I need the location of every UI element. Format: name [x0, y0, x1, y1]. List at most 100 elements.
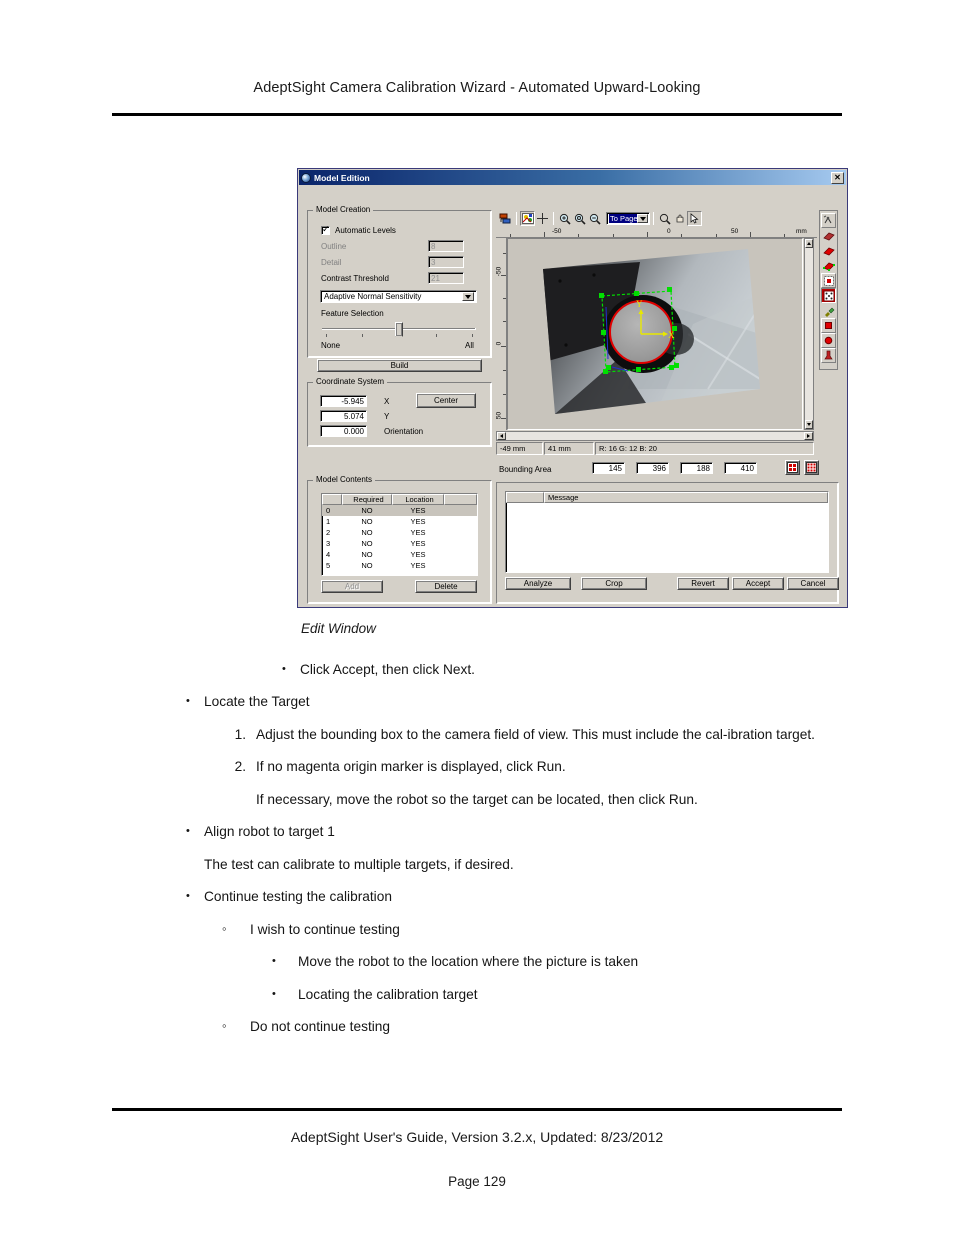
scroll-left-icon[interactable]	[497, 432, 506, 440]
message-listview[interactable]: Message	[505, 491, 829, 573]
chevron-down-icon[interactable]	[462, 292, 474, 301]
calibration-image[interactable]: Y X	[508, 239, 803, 430]
zoom-actual-icon[interactable]	[572, 211, 587, 226]
message-col-text[interactable]: Message	[544, 492, 828, 503]
table-row[interactable]: 5 NO YES	[322, 560, 477, 571]
svg-text:X: X	[668, 330, 675, 340]
canvas-horizontal-scrollbar[interactable]	[496, 431, 814, 441]
footer-divider	[112, 1108, 842, 1111]
message-col-icon[interactable]	[506, 492, 544, 503]
bounding-area-input-3[interactable]: 188	[680, 462, 713, 474]
magnifier-icon[interactable]	[657, 211, 672, 226]
model-contents-col-spare[interactable]	[444, 494, 477, 505]
crop-button[interactable]: Crop	[581, 577, 647, 590]
zoom-mode-dropdown[interactable]: To Page	[606, 212, 650, 225]
image-toolbar[interactable]: To Page	[496, 210, 817, 227]
model-edition-dialog[interactable]: Model Edition ✕ Model Creation Automatic…	[297, 168, 848, 608]
ellipse-icon[interactable]	[821, 333, 836, 348]
polygon-icon[interactable]	[821, 348, 836, 363]
table-row[interactable]: 1 NO YES	[322, 516, 477, 527]
status-x-position: -49 mm	[496, 442, 543, 455]
list-item: Do not continue testing	[222, 1017, 954, 1036]
model-contents-col-required[interactable]: Required	[342, 494, 392, 505]
scroll-up-icon[interactable]	[805, 239, 813, 248]
bounding-area-input-2[interactable]: 396	[636, 462, 669, 474]
rectangle-icon[interactable]	[821, 318, 836, 333]
dialog-title: Model Edition	[314, 172, 370, 183]
model-contents-col-index[interactable]	[322, 494, 342, 505]
select-region-icon[interactable]	[821, 273, 836, 288]
table-row[interactable]: 4 NO YES	[322, 549, 477, 560]
eyedropper-icon[interactable]	[821, 303, 836, 318]
row-location: YES	[410, 550, 426, 559]
layout-icon[interactable]	[498, 211, 513, 226]
model-features-icon[interactable]	[821, 213, 836, 228]
bounding-grid-coarse-icon[interactable]	[804, 460, 819, 475]
bounding-grid-fine-icon[interactable]	[785, 460, 800, 475]
center-button[interactable]: Center	[416, 393, 476, 408]
automatic-levels-checkbox[interactable]	[321, 224, 330, 235]
coord-y-label: Y	[384, 412, 390, 421]
row-required: NO	[361, 550, 373, 559]
ruler-tick-label: -50	[495, 266, 503, 277]
contrast-threshold-input[interactable]: 21	[428, 272, 464, 284]
zoom-in-icon[interactable]	[557, 211, 572, 226]
slider-tick	[436, 334, 437, 337]
detail-input[interactable]: 3	[428, 256, 464, 268]
outline-label: Outline	[321, 242, 347, 251]
table-row[interactable]: 2 NO YES	[322, 527, 477, 538]
slider-max-label: All	[465, 341, 474, 350]
vertical-ruler: -50 0 50	[496, 238, 507, 430]
model-contents-listview[interactable]: Required Location 0 NO YES 1 NO YES 2 NO YES 3 NO Y…	[321, 493, 478, 576]
mask-region-icon[interactable]	[821, 288, 836, 303]
analyze-button[interactable]: Analyze	[505, 577, 571, 590]
image-canvas[interactable]: Y X	[507, 238, 803, 430]
sensitivity-dropdown[interactable]: Adaptive Normal Sensitivity	[320, 290, 477, 303]
chevron-down-icon[interactable]	[637, 214, 648, 223]
dialog-titlebar[interactable]: Model Edition ✕	[299, 170, 846, 185]
bounding-area-input-1[interactable]: 145	[592, 462, 625, 474]
coord-orientation-input[interactable]: 0.000	[320, 425, 367, 437]
close-icon[interactable]: ✕	[831, 171, 844, 184]
list-number: 2.	[234, 759, 246, 775]
tools-palette[interactable]	[819, 210, 838, 370]
build-model-icon[interactable]	[520, 211, 535, 226]
row-location: YES	[410, 506, 426, 515]
canvas-vertical-scrollbar[interactable]	[804, 238, 814, 430]
model-contents-group: Model Contents Required Location 0 NO YES 1…	[307, 475, 492, 604]
table-row[interactable]: 3 NO YES	[322, 538, 477, 549]
list-item: Locating the calibration target	[272, 985, 954, 1004]
outline-input[interactable]: 8	[428, 240, 464, 252]
list-item-text: Adjust the bounding box to the camera fi…	[256, 726, 815, 742]
coord-x-label: X	[384, 397, 390, 406]
shape-nodes-icon[interactable]	[821, 258, 836, 273]
bounding-area-input-4[interactable]: 410	[724, 462, 757, 474]
footer-guide-text: AdeptSight User's Guide, Version 3.2.x, …	[290, 1129, 664, 1145]
build-button[interactable]: Build	[317, 359, 482, 372]
sensitivity-value: Adaptive Normal Sensitivity	[324, 292, 422, 301]
filled-shape-icon[interactable]	[821, 243, 836, 258]
revert-button[interactable]: Revert	[677, 577, 729, 590]
zoom-out-icon[interactable]	[587, 211, 602, 226]
accept-button[interactable]: Accept	[732, 577, 784, 590]
list-item-text: If no magenta origin marker is displayed…	[256, 759, 566, 775]
pan-hand-icon[interactable]	[672, 211, 687, 226]
model-contents-col-location[interactable]: Location	[392, 494, 444, 505]
coord-y-input[interactable]: 5.074	[320, 410, 367, 422]
ruler-tick-label: 0	[667, 228, 671, 235]
scroll-down-icon[interactable]	[805, 420, 813, 429]
coordinate-system-group: Coordinate System -5.945 X 5.074 Y 0.000…	[307, 377, 492, 447]
feature-selection-slider-thumb[interactable]	[395, 322, 403, 341]
table-row[interactable]: 0 NO YES	[322, 505, 477, 516]
edge-segment-icon[interactable]	[821, 228, 836, 243]
crosshair-icon[interactable]	[535, 211, 550, 226]
scroll-right-icon[interactable]	[804, 432, 813, 440]
coord-x-input[interactable]: -5.945	[320, 395, 367, 407]
page-header: AdeptSight Camera Calibration Wizard - A…	[0, 0, 954, 120]
cancel-button[interactable]: Cancel	[787, 577, 839, 590]
list-item: Click Accept, then click Next.	[282, 660, 954, 679]
delete-button[interactable]: Delete	[415, 580, 477, 593]
select-arrow-icon[interactable]	[687, 211, 702, 226]
footer-page-number: Page 129	[448, 1174, 506, 1189]
add-button[interactable]: Add	[321, 580, 383, 593]
